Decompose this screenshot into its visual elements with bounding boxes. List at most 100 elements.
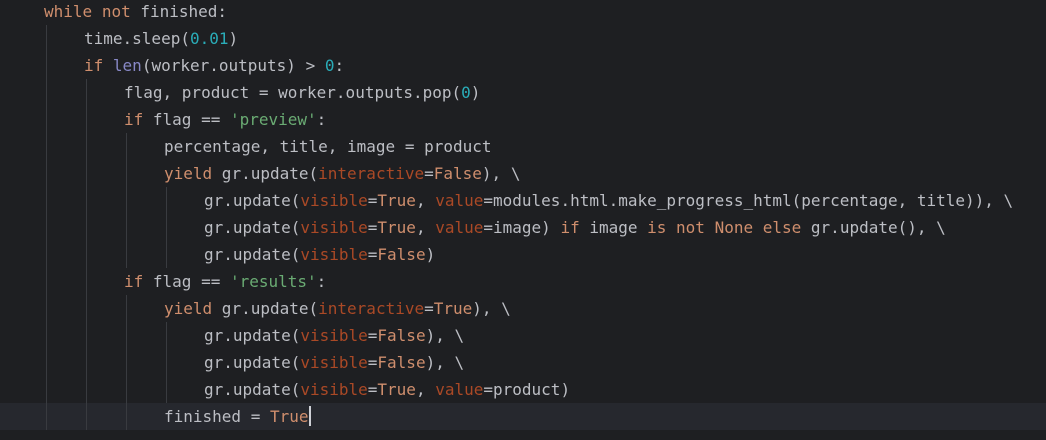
code-text: flag, product = worker.outputs.pop(0) — [124, 79, 480, 106]
code-line[interactable]: time.sleep(0.01) — [0, 25, 1046, 52]
code-token: 0.01 — [189, 29, 229, 48]
indent-guide — [46, 349, 47, 376]
code-token: = — [367, 353, 378, 372]
code-line[interactable]: gr.update(visible=True, value=modules.ht… — [0, 187, 1046, 214]
code-token: True — [377, 191, 416, 210]
code-token: : — [316, 110, 327, 129]
code-token: not — [101, 2, 131, 21]
code-line[interactable]: gr.update(visible=False), \ — [0, 349, 1046, 376]
code-token: : — [334, 56, 345, 75]
code-token: =image) — [483, 218, 561, 237]
code-text: gr.update(visible=False), \ — [204, 322, 464, 349]
code-token: True — [377, 380, 416, 399]
code-line[interactable]: flag, product = worker.outputs.pop(0) — [0, 79, 1046, 106]
code-text: percentage, title, image = product — [164, 133, 492, 160]
code-token: ), \ — [481, 164, 521, 183]
code-token: gr.update( — [204, 245, 301, 264]
indent-guide — [86, 376, 87, 403]
code-line[interactable]: if flag == 'results': — [0, 268, 1046, 295]
code-text: finished = True — [164, 403, 311, 430]
code-token: visible — [300, 245, 368, 264]
code-token: False — [377, 353, 426, 372]
code-token: True — [269, 407, 309, 426]
code-token: flag == — [143, 110, 230, 129]
code-line[interactable]: percentage, title, image = product — [0, 133, 1046, 160]
code-token: visible — [300, 380, 368, 399]
code-text: gr.update(visible=False) — [204, 241, 435, 268]
code-token: else — [762, 218, 802, 237]
indent-guide — [46, 268, 47, 295]
indent-guide — [126, 214, 127, 241]
code-text: if flag == 'preview': — [124, 106, 326, 133]
code-token: is not — [647, 218, 705, 237]
code-token: interactive — [318, 164, 425, 183]
code-token: value — [435, 218, 484, 237]
code-token: ) — [228, 29, 239, 48]
indent-guide — [126, 160, 127, 187]
indent-guide — [166, 187, 167, 214]
code-token: gr.update( — [204, 191, 301, 210]
code-token: (worker.outputs) > — [141, 56, 325, 75]
code-token: visible — [300, 326, 368, 345]
indent-guide — [86, 160, 87, 187]
code-token: = — [424, 299, 434, 318]
code-text: yield gr.update(interactive=False), \ — [164, 160, 520, 187]
code-token: image — [579, 218, 648, 237]
indent-guide — [86, 268, 87, 295]
indent-guide — [46, 241, 47, 268]
code-line[interactable]: gr.update(visible=False), \ — [0, 322, 1046, 349]
code-line-current[interactable]: finished = True — [0, 403, 1046, 430]
code-token: False — [377, 245, 426, 264]
code-line[interactable]: gr.update(visible=True, value=image) if … — [0, 214, 1046, 241]
indent-guide — [86, 295, 87, 322]
code-token: percentage, title, image = product — [164, 137, 492, 156]
indent-guide — [166, 322, 167, 349]
code-token: if — [124, 110, 144, 129]
code-token: visible — [300, 218, 368, 237]
code-token: gr.update( — [204, 353, 301, 372]
code-token: =modules.html.make_progress_html(percent… — [483, 191, 1014, 210]
indent-guide — [86, 187, 87, 214]
code-line[interactable]: yield gr.update(interactive=False), \ — [0, 160, 1046, 187]
code-token: = — [367, 380, 378, 399]
indent-guide — [46, 295, 47, 322]
code-token: None — [714, 218, 754, 237]
code-token: ), \ — [425, 326, 465, 345]
code-text: yield gr.update(interactive=True), \ — [164, 295, 511, 322]
indent-guide — [46, 403, 47, 430]
indent-guide — [86, 133, 87, 160]
code-token: gr.update( — [204, 380, 301, 399]
code-text: if flag == 'results': — [124, 268, 326, 295]
code-token: flag, product = worker.outputs.pop( — [124, 83, 462, 102]
code-text: gr.update(visible=True, value=modules.ht… — [204, 187, 1013, 214]
code-token: ), \ — [472, 299, 511, 318]
indent-guide — [86, 349, 87, 376]
indent-guide — [126, 241, 127, 268]
code-line[interactable]: gr.update(visible=False) — [0, 241, 1046, 268]
indent-guide — [126, 403, 127, 430]
code-line[interactable]: if len(worker.outputs) > 0: — [0, 52, 1046, 79]
code-line[interactable]: gr.update(visible=True, value=product) — [0, 376, 1046, 403]
indent-guide — [166, 349, 167, 376]
indent-guide — [86, 106, 87, 133]
indent-guide — [126, 322, 127, 349]
indent-guide — [46, 25, 47, 52]
code-token: gr.update( — [204, 326, 301, 345]
indent-guide — [86, 79, 87, 106]
code-editor[interactable]: while not finished: time.sleep(0.01) if le… — [0, 0, 1046, 440]
code-token: ) — [470, 83, 481, 102]
code-token: = — [367, 218, 378, 237]
code-line[interactable]: while not finished: — [0, 0, 1046, 25]
code-token: if — [124, 272, 144, 291]
indent-guide — [46, 52, 47, 79]
indent-guide — [86, 322, 87, 349]
code-line[interactable]: yield gr.update(interactive=True), \ — [0, 295, 1046, 322]
indent-guide — [166, 241, 167, 268]
code-token: if — [84, 56, 104, 75]
code-token: visible — [300, 353, 368, 372]
code-token: True — [433, 299, 473, 318]
indent-guide — [46, 106, 47, 133]
indent-guide — [126, 187, 127, 214]
code-line[interactable]: if flag == 'preview': — [0, 106, 1046, 133]
